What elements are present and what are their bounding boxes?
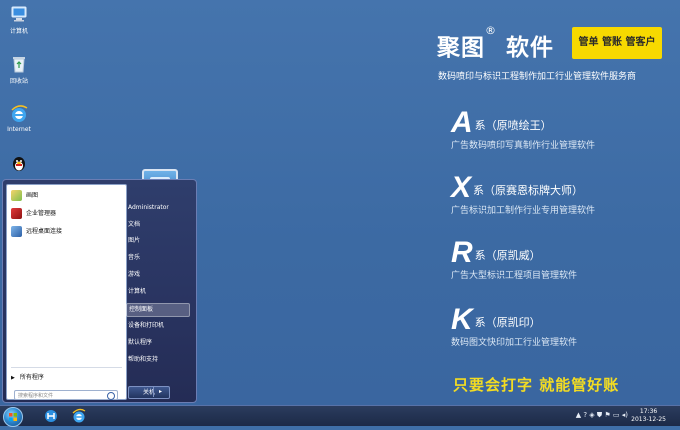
series-a: A 系（原喷绘王） 广告数码喷印写真制作行业管理软件 xyxy=(451,106,595,151)
internet-explorer-icon xyxy=(9,104,29,124)
series-name: 系（原喷绘王） xyxy=(474,119,552,132)
series-description: 数码图文快印加工行业管理软件 xyxy=(451,338,578,348)
brand-subtitle: 数码喷印与标识工程制作加工行业管理软件服务商 xyxy=(438,72,637,82)
start-right-default-programs[interactable]: 默认程序 xyxy=(126,337,188,349)
start-menu-divider xyxy=(11,367,122,368)
series-description: 广告数码喷印写真制作行业管理软件 xyxy=(451,141,596,151)
all-programs-label: 所有程序 xyxy=(19,374,44,381)
clock-time: 17:36 xyxy=(639,408,658,415)
desktop-icon-label: 计算机 xyxy=(9,28,28,35)
system-tray: ▲ ? ◈ ⛊ ⚑ ▭ ◂) xyxy=(576,411,628,420)
start-item-remote-desktop[interactable]: 远程桌面连接 xyxy=(11,225,62,239)
series-name: 系（原凯威） xyxy=(474,249,541,262)
clock-date: 2013-12-25 xyxy=(631,416,666,423)
desktop-icon-qq[interactable] xyxy=(0,153,38,175)
triangle-right-icon: ▶ xyxy=(11,375,15,381)
registered-mark: ® xyxy=(485,24,497,37)
start-item-paint[interactable]: 画图 xyxy=(11,189,38,203)
start-menu-programs-pane: 画图 企业管理器 远程桌面连接 ▶ 所有程序 搜索程序和文件 xyxy=(6,184,127,400)
shield-icon[interactable]: ⛊ xyxy=(597,411,602,419)
start-right-user[interactable]: Administrator xyxy=(126,202,188,214)
desktop-icon-internet[interactable]: Internet xyxy=(0,104,38,133)
search-icon xyxy=(107,392,115,400)
clock[interactable]: 17:36 2013-12-25 xyxy=(631,408,666,424)
start-item-label: 企业管理器 xyxy=(26,210,57,217)
series-description: 广告标识加工制作行业专用管理软件 xyxy=(451,206,596,216)
search-placeholder: 搜索程序和文件 xyxy=(18,393,54,399)
start-item-label: 远程桌面连接 xyxy=(26,228,63,235)
internet-explorer-icon xyxy=(72,408,86,423)
series-name: 系（原凯印） xyxy=(474,316,541,329)
brand-name-suffix: 软件 xyxy=(506,35,555,61)
app-icon xyxy=(45,410,57,422)
series-r: R 系（原凯威） 广告大型标识工程项目管理软件 xyxy=(451,236,577,281)
start-right-help-support[interactable]: 帮助和支持 xyxy=(126,354,188,366)
start-right-games[interactable]: 游戏 xyxy=(126,269,188,281)
series-letter: A xyxy=(451,106,473,139)
flag-icon[interactable]: ⚑ xyxy=(604,411,610,419)
monitor-icon[interactable]: ▭ xyxy=(613,411,620,419)
taskbar-ie-button[interactable] xyxy=(68,408,90,424)
taskbar-app-button[interactable] xyxy=(40,408,62,424)
start-right-devices-printers[interactable]: 设备和打印机 xyxy=(126,320,188,332)
computer-icon xyxy=(9,4,29,24)
recycle-bin-icon xyxy=(9,54,29,74)
start-item-label: 画图 xyxy=(26,192,39,199)
tray-icon[interactable]: ▲ xyxy=(576,411,581,419)
desktop-icon-label: Internet xyxy=(7,126,31,133)
series-description: 广告大型标识工程项目管理软件 xyxy=(451,271,578,281)
start-right-pictures[interactable]: 图片 xyxy=(126,235,188,247)
series-x: X 系（原赛恩标牌大师） 广告标识加工制作行业专用管理软件 xyxy=(451,171,595,216)
qq-penguin-icon xyxy=(9,153,29,173)
brand-title: 聚图® 软件 xyxy=(437,24,555,62)
desktop-icon-recycle-bin[interactable]: 回收站 xyxy=(0,54,38,85)
desktop: 计算机 回收站 Internet 聚图® 软件 管单 管账 管客户 数码喷印与标… xyxy=(0,0,680,405)
start-right-control-panel[interactable]: 控制面板 xyxy=(126,303,190,317)
start-search-input[interactable]: 搜索程序和文件 xyxy=(14,390,118,400)
taskbar: ▲ ? ◈ ⛊ ⚑ ▭ ◂) 17:36 2013-12-25 xyxy=(0,405,680,427)
desktop-icon-computer[interactable]: 计算机 xyxy=(0,4,38,35)
start-item-enterprise-manager[interactable]: 企业管理器 xyxy=(11,207,56,221)
start-right-documents[interactable]: 文档 xyxy=(126,219,188,231)
shutdown-options-arrow-icon[interactable]: ▸ xyxy=(153,386,167,397)
enterprise-manager-icon xyxy=(11,208,22,219)
start-orb-icon[interactable] xyxy=(3,407,23,427)
paint-icon xyxy=(11,190,22,201)
remote-desktop-icon xyxy=(11,226,22,237)
desktop-icon-label: 回收站 xyxy=(9,78,28,85)
volume-icon[interactable]: ◂) xyxy=(622,411,628,419)
help-icon[interactable]: ? xyxy=(583,411,587,419)
series-letter: R xyxy=(451,236,473,269)
brand-name: 聚图 xyxy=(437,35,485,61)
start-right-computer[interactable]: 计算机 xyxy=(126,286,188,298)
brand-badge: 管单 管账 管客户 xyxy=(572,27,662,59)
series-k: K 系（原凯印） 数码图文快印加工行业管理软件 xyxy=(451,303,577,348)
series-letter: X xyxy=(451,171,472,204)
series-letter: K xyxy=(451,303,473,336)
series-name: 系（原赛恩标牌大师） xyxy=(473,184,584,197)
start-right-music[interactable]: 音乐 xyxy=(126,252,188,264)
all-programs-button[interactable]: ▶ 所有程序 xyxy=(11,372,44,381)
network-icon[interactable]: ◈ xyxy=(589,411,594,419)
slogan: 只要会打字 就能管好账 xyxy=(453,376,620,394)
